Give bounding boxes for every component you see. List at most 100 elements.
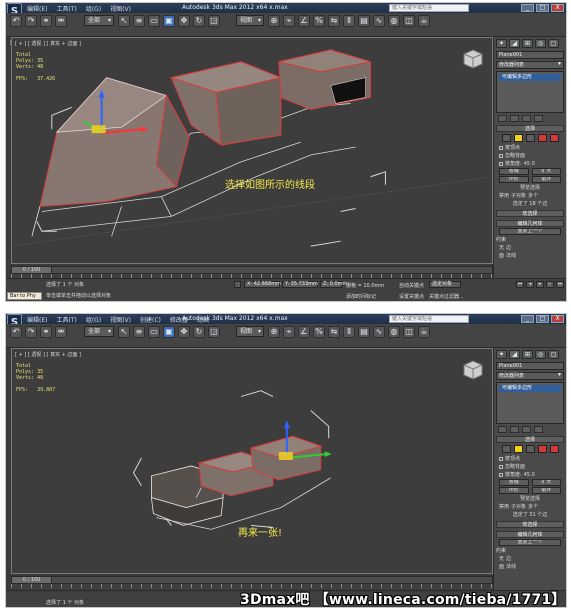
coord-x-field[interactable]: X: 42.868mm — [244, 281, 281, 288]
ring-button[interactable]: 环形 — [499, 487, 529, 494]
by-angle-option[interactable]: 按角度: 45.0 — [499, 160, 561, 167]
checkbox-icon[interactable] — [499, 145, 503, 150]
percent-snap-icon[interactable]: % — [313, 326, 325, 338]
create-tab-icon[interactable]: ✦ — [496, 39, 507, 48]
menu-group[interactable]: 组(G) — [83, 315, 104, 324]
undo-icon[interactable]: ↶ — [10, 15, 22, 27]
constraint-normal[interactable]: 法线 — [506, 563, 516, 570]
modify-tab-icon[interactable]: ◢ — [509, 350, 520, 359]
display-tab-icon[interactable]: ▢ — [548, 39, 559, 48]
preview-multi[interactable]: 多个 — [528, 192, 538, 199]
layer-icon[interactable]: ▤ — [358, 15, 370, 27]
object-name-field[interactable]: Plane001 — [496, 51, 564, 59]
move-icon[interactable]: ✥ — [178, 326, 190, 338]
select-object-icon[interactable]: ↖ — [118, 326, 130, 338]
stack-item-editable-poly[interactable]: 可编辑多边形 — [499, 385, 561, 392]
move-icon[interactable]: ✥ — [178, 15, 190, 27]
maximize-button[interactable]: □ — [536, 4, 549, 12]
layer-icon[interactable]: ▤ — [358, 326, 370, 338]
mirror-icon[interactable]: ⇋ — [328, 15, 340, 27]
vertex-mode-icon[interactable] — [501, 445, 511, 453]
selection-filter-dropdown[interactable]: 全部 — [84, 15, 114, 26]
redo-icon[interactable]: ↷ — [25, 326, 37, 338]
undo-icon[interactable]: ↶ — [10, 326, 22, 338]
minimize-button[interactable]: _ — [521, 4, 534, 12]
render-icon[interactable]: ☕ — [418, 326, 430, 338]
menu-edit[interactable]: 编辑(E) — [24, 315, 50, 324]
select-by-name-icon[interactable]: ≡ — [133, 15, 145, 27]
selection-rollout[interactable]: 选择 — [496, 436, 564, 443]
pin-stack-icon[interactable] — [498, 115, 507, 122]
go-end-icon[interactable]: ⏭ — [556, 281, 564, 288]
repeat-last-button[interactable]: 重复上一个 — [499, 539, 561, 546]
loop-button[interactable]: 循环 — [531, 487, 561, 494]
curve-editor-icon[interactable]: ∿ — [373, 15, 385, 27]
scale-icon[interactable]: ◲ — [208, 326, 220, 338]
link-icon[interactable]: ⚭ — [40, 15, 52, 27]
time-slider[interactable]: 0 / 100 — [11, 576, 493, 584]
viewport-label[interactable]: [ + ] [ 透视 ] [ 真实 + 边面 ] — [15, 40, 81, 47]
mesh-block-left[interactable] — [31, 77, 190, 237]
preview-off[interactable]: 禁用 — [499, 192, 509, 199]
loop-button[interactable]: 循环 — [531, 176, 561, 183]
viewcube-icon[interactable] — [462, 359, 484, 381]
redo-icon[interactable]: ↷ — [25, 15, 37, 27]
preview-off[interactable]: 禁用 — [499, 503, 509, 510]
prev-frame-icon[interactable]: ◂ — [526, 281, 534, 288]
percent-snap-icon[interactable]: % — [313, 15, 325, 27]
constraint-edge[interactable]: 边 — [506, 244, 511, 251]
by-vertex-option[interactable]: 按顶点 — [499, 455, 561, 462]
unlink-icon[interactable]: ⚮ — [55, 326, 67, 338]
play-icon[interactable]: ▸ — [536, 281, 544, 288]
show-end-result-icon[interactable] — [510, 115, 519, 122]
constraint-normal[interactable]: 法线 — [506, 252, 516, 259]
minimize-button[interactable]: _ — [521, 315, 534, 323]
menu-group[interactable]: 组(G) — [83, 4, 104, 13]
window-crossing-icon[interactable]: ▣ — [163, 15, 175, 27]
constraint-edge[interactable]: 边 — [506, 555, 511, 562]
lock-selection-icon[interactable] — [234, 281, 241, 288]
vertex-mode-icon[interactable] — [501, 134, 511, 142]
element-mode-icon[interactable] — [549, 445, 559, 453]
menu-tools[interactable]: 工具(T) — [53, 4, 79, 13]
remove-modifier-icon[interactable] — [534, 426, 543, 433]
time-slider-thumb[interactable]: 0 / 100 — [12, 267, 52, 273]
grow-button[interactable]: 扩大 — [531, 168, 561, 175]
make-unique-icon[interactable] — [522, 115, 531, 122]
unlink-icon[interactable]: ⚮ — [55, 15, 67, 27]
preview-sub[interactable]: 子对象 — [511, 192, 526, 199]
render-icon[interactable]: ☕ — [418, 15, 430, 27]
by-angle-option[interactable]: 按角度: 45.0 — [499, 471, 561, 478]
material-editor-icon[interactable]: ◍ — [388, 15, 400, 27]
mirror-icon[interactable]: ⇋ — [328, 326, 340, 338]
checkbox-icon[interactable] — [499, 153, 503, 158]
constraint-face[interactable]: 面 — [499, 563, 504, 570]
snap-icon[interactable]: ⌖ — [283, 15, 295, 27]
pivot-icon[interactable]: ⊕ — [268, 15, 280, 27]
angle-snap-icon[interactable]: ∠ — [298, 15, 310, 27]
add-time-tag[interactable]: 添加时间标记 — [346, 293, 376, 300]
soft-selection-rollout[interactable]: 软选择 — [496, 521, 564, 528]
ref-coord-dropdown[interactable]: 视图 — [236, 15, 264, 26]
align-icon[interactable]: ⫴ — [343, 326, 355, 338]
checkbox-icon[interactable] — [499, 464, 503, 469]
scale-icon[interactable]: ◲ — [208, 15, 220, 27]
ignore-backface-option[interactable]: 忽略背面 — [499, 152, 561, 159]
ignore-backface-option[interactable]: 忽略背面 — [499, 463, 561, 470]
modifier-list-dropdown[interactable]: 修改器列表 — [496, 61, 564, 69]
link-icon[interactable]: ⚭ — [40, 326, 52, 338]
border-mode-icon[interactable] — [525, 134, 535, 142]
viewcube-icon[interactable] — [462, 48, 484, 70]
menu-views[interactable]: 视图(V) — [107, 4, 134, 13]
polygon-mode-icon[interactable] — [537, 445, 547, 453]
motion-tab-icon[interactable]: ◎ — [535, 350, 546, 359]
checkbox-icon[interactable] — [499, 161, 503, 166]
object-name-field[interactable]: Plane001 — [496, 362, 564, 370]
create-tab-icon[interactable]: ✦ — [496, 350, 507, 359]
coord-z-field[interactable]: Z: 0.0mm — [320, 281, 347, 288]
coord-y-field[interactable]: Y: 35.733mm — [282, 281, 318, 288]
preview-sub[interactable]: 子对象 — [511, 503, 526, 510]
scene-canvas[interactable] — [12, 38, 492, 263]
ref-coord-dropdown[interactable]: 视图 — [236, 326, 264, 337]
checkbox-icon[interactable] — [499, 472, 503, 477]
